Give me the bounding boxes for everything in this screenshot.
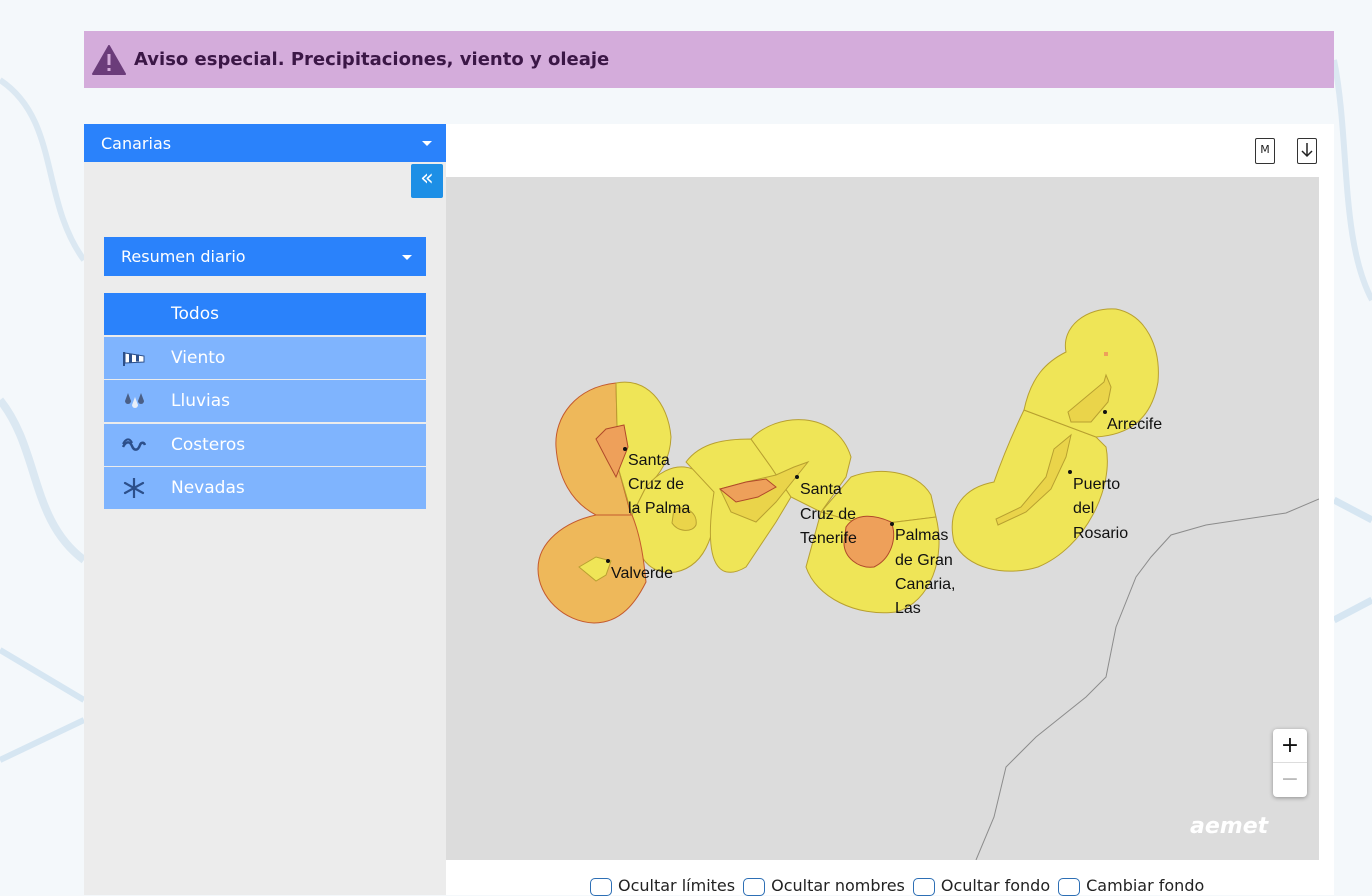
city-marker — [1068, 470, 1072, 474]
checkbox[interactable] — [743, 878, 766, 896]
option-hide-names[interactable]: Ocultar nombres — [743, 874, 905, 896]
city-label-arrecife: Arrecife — [1107, 416, 1162, 433]
city-label-santa-cruz-la-palma: Santa Cruz de la Palma — [628, 452, 690, 517]
city-label-valverde: Valverde — [611, 565, 673, 582]
filter-lluvias[interactable]: Lluvias — [104, 380, 426, 422]
city-marker — [1103, 410, 1107, 414]
islet-marker — [1104, 352, 1108, 356]
download-button[interactable] — [1297, 138, 1317, 164]
option-label: Cambiar fondo — [1086, 875, 1205, 895]
map-options: Ocultar límites Ocultar nombres Ocultar … — [590, 874, 1212, 896]
warning-icon — [92, 44, 126, 75]
waves-icon — [122, 437, 146, 451]
windsock-icon — [123, 351, 145, 366]
chevron-down-icon — [422, 141, 432, 146]
snowflake-icon — [123, 478, 145, 498]
map-svg: Santa Cruz de la Palma Valverde Santa Cr… — [537, 308, 1319, 860]
warning-filter-list: Todos Viento Lluvias Costeros Nevadas — [104, 293, 426, 511]
zoom-in-button[interactable]: + — [1273, 729, 1307, 762]
city-marker — [795, 475, 799, 479]
region-dropdown[interactable]: Canarias — [84, 124, 446, 162]
collapse-sidebar-button[interactable]: « — [411, 164, 443, 198]
filter-label: Viento — [171, 347, 226, 368]
zoom-out-button[interactable]: − — [1273, 762, 1307, 796]
option-hide-background[interactable]: Ocultar fondo — [912, 874, 1051, 896]
city-marker — [623, 447, 627, 451]
filter-nevadas[interactable]: Nevadas — [104, 467, 426, 509]
filter-label: Costeros — [171, 434, 246, 455]
checkbox[interactable] — [590, 878, 612, 896]
checkbox[interactable] — [1058, 878, 1081, 896]
filter-label: Todos — [171, 304, 219, 324]
checkbox[interactable] — [912, 878, 935, 896]
alert-title: Aviso especial. Precipitaciones, viento … — [134, 49, 610, 70]
filter-todos[interactable]: Todos — [104, 293, 426, 335]
city-marker — [890, 522, 894, 526]
filter-viento[interactable]: Viento — [104, 336, 426, 379]
city-marker — [606, 559, 610, 563]
option-label: Ocultar nombres — [771, 875, 905, 895]
option-label: Ocultar fondo — [940, 875, 1051, 895]
region-dropdown-label: Canarias — [101, 133, 172, 153]
option-change-background[interactable]: Cambiar fondo — [1058, 874, 1204, 896]
legend-button[interactable]: M — [1255, 138, 1275, 164]
aemet-logo: aemet — [1190, 814, 1269, 839]
option-label: Ocultar límites — [618, 875, 736, 895]
download-icon — [1301, 143, 1313, 158]
summary-dropdown[interactable]: Resumen diario — [104, 237, 426, 276]
warning-map[interactable]: Santa Cruz de la Palma Valverde Santa Cr… — [446, 177, 1319, 860]
rain-icon — [125, 393, 144, 408]
chevron-down-icon — [402, 254, 412, 260]
summary-dropdown-label: Resumen diario — [121, 247, 246, 266]
zoom-control: + − — [1273, 729, 1307, 797]
alert-banner: Aviso especial. Precipitaciones, viento … — [84, 31, 1334, 88]
filter-label: Nevadas — [171, 478, 245, 498]
city-label-puerto-del-rosario: Puerto del Rosario — [1073, 476, 1128, 542]
filter-costeros[interactable]: Costeros — [104, 423, 426, 466]
filter-label: Lluvias — [171, 391, 231, 411]
option-hide-limits[interactable]: Ocultar límites — [590, 874, 735, 896]
